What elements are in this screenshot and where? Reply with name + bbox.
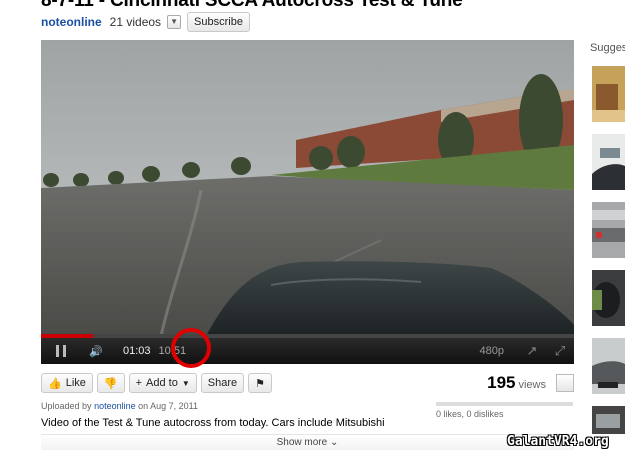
video-title: 8-7-11 - Cincinnati SCCA Autocross Test … [41,0,463,11]
fullscreen-icon[interactable]: ⤢ [546,338,574,364]
suggestion-thumbnail[interactable] [592,66,625,122]
thumbs-down-icon: 👎 [103,377,118,390]
dislike-button[interactable]: 👎 [96,373,125,393]
upload-info: Uploaded by noteonline on Aug 7, 2011 [41,401,198,411]
video-player[interactable]: 🔊 01:03 10:51 480p ↗ ⤢ [41,40,574,364]
stats-button[interactable] [556,374,574,392]
watermark: GalantVR4.org [507,434,609,449]
chevron-down-icon[interactable]: ▼ [167,15,182,29]
suggestions-title: Sugges [590,42,625,54]
upload-date: on Aug 7, 2011 [138,401,199,411]
show-more-label: Show more [276,437,328,448]
popout-icon[interactable]: ↗ [518,338,546,364]
add-to-label: Add to [146,377,178,389]
flag-icon: ⚑ [255,377,265,390]
subscribe-button[interactable]: Subscribe [187,12,250,32]
likes-bar [436,402,573,406]
video-description: Video of the Test & Tune autocross from … [41,417,385,429]
chevron-down-icon: ⌄ [329,437,339,448]
view-count-number: 195 [487,373,516,392]
annotation-circle [171,328,211,368]
volume-icon[interactable]: 🔊 [81,338,111,364]
suggestion-thumbnail[interactable] [592,338,625,394]
view-count-label: views [518,379,546,391]
like-button[interactable]: 👍 Like [41,373,93,393]
suggestion-thumbnail[interactable] [592,202,625,258]
chevron-down-icon: ▼ [181,378,190,388]
suggestion-thumbnail[interactable] [592,270,625,326]
quality-button[interactable]: 480p [480,345,504,357]
channel-link[interactable]: noteonline [41,15,102,29]
pause-button[interactable] [41,338,81,364]
uploader-link[interactable]: noteonline [94,401,136,411]
view-count: 195 views [487,373,546,393]
channel-row: noteonline 21 videos ▼ Subscribe [41,12,250,32]
flag-button[interactable]: ⚑ [248,373,272,393]
suggestion-thumbnail[interactable] [592,134,625,190]
likes-dislikes: 0 likes, 0 dislikes [436,409,504,419]
current-time: 01:03 [123,345,151,357]
pause-icon [56,345,59,357]
video-frame[interactable] [41,40,574,336]
share-button[interactable]: Share [200,373,245,393]
player-controls: 🔊 01:03 10:51 480p ↗ ⤢ [41,338,574,364]
thumbs-up-icon: 👍 [48,377,62,390]
suggestion-thumbnail[interactable] [592,406,625,434]
plus-icon: + [135,377,143,389]
like-label: Like [65,377,86,389]
show-more-button[interactable]: Show more ⌄ [41,434,574,450]
add-to-button[interactable]: + Add to ▼ [128,373,197,393]
action-bar: 👍 Like 👎 + Add to ▼ Share ⚑ 195 views [41,372,574,394]
video-count: 21 videos [109,15,162,29]
uploaded-prefix: Uploaded by [41,401,92,411]
